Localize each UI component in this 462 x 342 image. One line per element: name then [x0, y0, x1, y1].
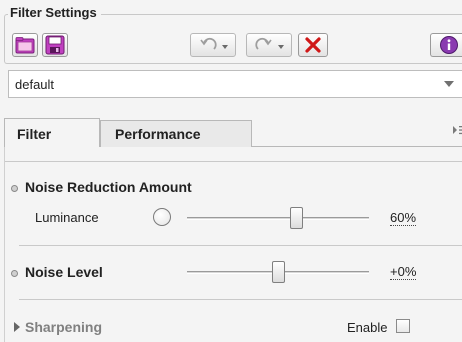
- save-preset-button[interactable]: [42, 33, 68, 57]
- undo-button[interactable]: [190, 33, 236, 57]
- preset-select-value: default: [15, 76, 55, 92]
- luminance-label: Luminance: [35, 210, 99, 225]
- redo-button[interactable]: [246, 33, 292, 57]
- tab-bar: Filter Performance: [4, 118, 462, 148]
- chevron-down-icon: [444, 81, 454, 87]
- preset-select[interactable]: default: [8, 70, 462, 98]
- luminance-slider-track[interactable]: [187, 217, 369, 220]
- luminance-slider-thumb[interactable]: [289, 207, 303, 229]
- noise-level-title: Noise Level: [25, 264, 103, 280]
- section-bullet: [11, 185, 18, 192]
- info-button[interactable]: [430, 33, 462, 57]
- luminance-value[interactable]: 60%: [390, 210, 417, 226]
- content-top-divider: [5, 161, 462, 162]
- sharpening-title[interactable]: Sharpening: [25, 319, 102, 335]
- tab-performance[interactable]: Performance: [100, 120, 252, 147]
- group-title: Filter Settings: [8, 5, 101, 20]
- section-divider: [19, 245, 462, 246]
- sharpening-enable-label: Enable: [347, 320, 388, 335]
- red-x-delete-icon: [305, 37, 321, 53]
- tab-filter-label: Filter: [17, 125, 52, 142]
- sharpening-enable-checkbox[interactable]: [396, 319, 410, 333]
- noise-level-slider-thumb[interactable]: [271, 261, 285, 283]
- section-bullet: [11, 270, 18, 277]
- tab-filter[interactable]: Filter: [4, 118, 100, 148]
- section-divider: [19, 299, 462, 300]
- undo-icon: [200, 37, 228, 50]
- luminance-toggle-radio[interactable]: [153, 208, 171, 226]
- floppy-save-icon: [45, 35, 65, 55]
- tab-performance-label: Performance: [115, 126, 201, 142]
- open-preset-button[interactable]: [12, 33, 38, 57]
- delete-preset-button[interactable]: [298, 33, 328, 57]
- noise-level-value[interactable]: +0%: [390, 264, 417, 280]
- noise-reduction-title: Noise Reduction Amount: [25, 179, 192, 195]
- filter-tab-content: Noise Reduction Amount Luminance 60% Noi…: [4, 147, 462, 342]
- filter-settings-panel: Filter Settings default Filter Performan…: [0, 0, 462, 342]
- folder-open-icon: [15, 37, 35, 54]
- expand-triangle-icon[interactable]: [13, 322, 21, 332]
- panel-menu-icon[interactable]: [452, 124, 462, 136]
- info-icon: [439, 36, 458, 54]
- redo-icon: [255, 37, 284, 50]
